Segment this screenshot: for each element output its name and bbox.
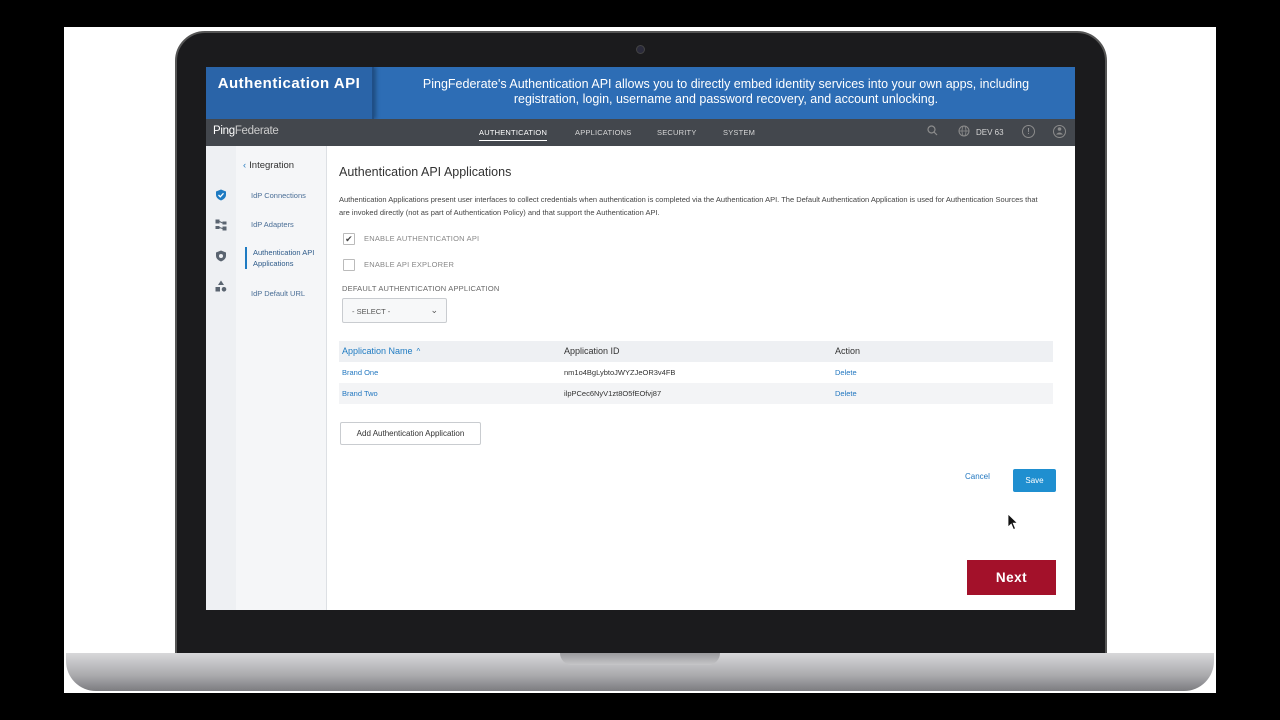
chevron-down-icon: ⌄ xyxy=(430,305,438,315)
globe-icon[interactable] xyxy=(957,125,970,138)
app-id: nm1o4BgLybtoJWYZJeOR3v4FB xyxy=(564,368,676,377)
video-frame: Authentication API PingFederate's Authen… xyxy=(0,0,1280,720)
table-row: Brand Two ilpPCec6NyV1zt8O5fEOfvj87 Dele… xyxy=(339,383,1053,404)
laptop-notch xyxy=(560,653,720,665)
nav-authentication[interactable]: AUTHENTICATION xyxy=(479,128,548,141)
subnav-item-authentication-api-applications[interactable]: Authentication API Applications xyxy=(245,247,315,269)
app-name-link[interactable]: Brand Two xyxy=(342,383,378,404)
table-row: Brand One nm1o4BgLybtoJWYZJeOR3v4FB Dele… xyxy=(339,362,1053,383)
app-id: ilpPCec6NyV1zt8O5fEOfvj87 xyxy=(564,389,662,398)
delete-link[interactable]: Delete xyxy=(835,362,857,383)
nav-applications[interactable]: APPLICATIONS xyxy=(575,128,631,137)
column-application-id: Application ID xyxy=(564,346,620,356)
logo-bold: Ping xyxy=(213,125,235,137)
subnav-item-idp-adapters[interactable]: IdP Adapters xyxy=(251,219,321,230)
column-application-name-label: Application Name xyxy=(342,346,413,356)
main-content: Authentication API Applications Authenti… xyxy=(327,146,1075,610)
sub-navigation: ‹ Integration IdP Connections IdP Adapter… xyxy=(236,146,327,610)
camera-icon xyxy=(636,45,645,54)
security-shield-icon[interactable] xyxy=(215,250,227,262)
delete-link[interactable]: Delete xyxy=(835,383,857,404)
page-description: Authentication Applications present user… xyxy=(339,195,1038,217)
help-icon[interactable]: ! xyxy=(1022,125,1035,138)
app-screen: Authentication API PingFederate's Authen… xyxy=(206,67,1075,610)
enable-authentication-api-row: ✔ ENABLE AUTHENTICATION API xyxy=(343,233,479,245)
save-button[interactable]: Save xyxy=(1013,469,1056,492)
shield-check-icon[interactable] xyxy=(215,189,227,201)
subnav-item-idp-default-url[interactable]: IdP Default URL xyxy=(251,288,321,299)
system-shapes-icon[interactable] xyxy=(215,280,227,292)
default-app-select[interactable]: - SELECT - ⌄ xyxy=(342,298,447,323)
subnav-back-link[interactable]: ‹ Integration xyxy=(243,160,294,171)
user-icon[interactable] xyxy=(1053,125,1066,138)
applications-table: Application Name ^ Application ID Action … xyxy=(339,341,1053,404)
network-icon[interactable] xyxy=(215,219,227,231)
top-navbar: PingFederate AUTHENTICATION APPLICATIONS… xyxy=(206,119,1075,146)
nav-system[interactable]: SYSTEM xyxy=(723,128,755,137)
chevron-left-icon: ‹ xyxy=(243,160,247,171)
logo-light: Federate xyxy=(234,125,279,137)
environment-label[interactable]: DEV 63 xyxy=(976,128,1004,137)
add-authentication-application-button[interactable]: Add Authentication Application xyxy=(340,422,481,445)
banner-title: Authentication API xyxy=(206,67,374,119)
subnav-back-label: Integration xyxy=(249,160,295,171)
next-button[interactable]: Next xyxy=(967,560,1056,595)
search-icon[interactable] xyxy=(926,125,939,138)
column-action: Action xyxy=(835,346,861,356)
column-application-name[interactable]: Application Name ^ xyxy=(342,341,420,362)
page-title: Authentication API Applications xyxy=(339,165,512,179)
enable-authentication-api-checkbox[interactable]: ✔ xyxy=(343,233,355,245)
default-app-label: DEFAULT AUTHENTICATION APPLICATION xyxy=(342,284,500,293)
enable-api-explorer-label: ENABLE API EXPLORER xyxy=(364,259,455,269)
nav-security[interactable]: SECURITY xyxy=(657,128,697,137)
app-name-link[interactable]: Brand One xyxy=(342,362,378,383)
mouse-cursor-icon xyxy=(1007,513,1019,531)
banner-text: PingFederate's Authentication API allows… xyxy=(422,77,1030,106)
pingfederate-logo[interactable]: PingFederate xyxy=(213,125,279,137)
tutorial-banner: Authentication API PingFederate's Authen… xyxy=(206,67,1075,119)
subnav-item-idp-connections[interactable]: IdP Connections xyxy=(251,190,321,201)
enable-api-explorer-row: ENABLE API EXPLORER xyxy=(343,259,454,271)
table-header-row: Application Name ^ Application ID Action xyxy=(339,341,1053,362)
enable-api-explorer-checkbox[interactable] xyxy=(343,259,355,271)
section-icon-rail xyxy=(206,146,236,610)
enable-authentication-api-label: ENABLE AUTHENTICATION API xyxy=(364,233,480,243)
cancel-link[interactable]: Cancel xyxy=(965,472,990,481)
sort-ascending-icon: ^ xyxy=(416,347,421,356)
select-value: - SELECT - xyxy=(352,307,391,316)
